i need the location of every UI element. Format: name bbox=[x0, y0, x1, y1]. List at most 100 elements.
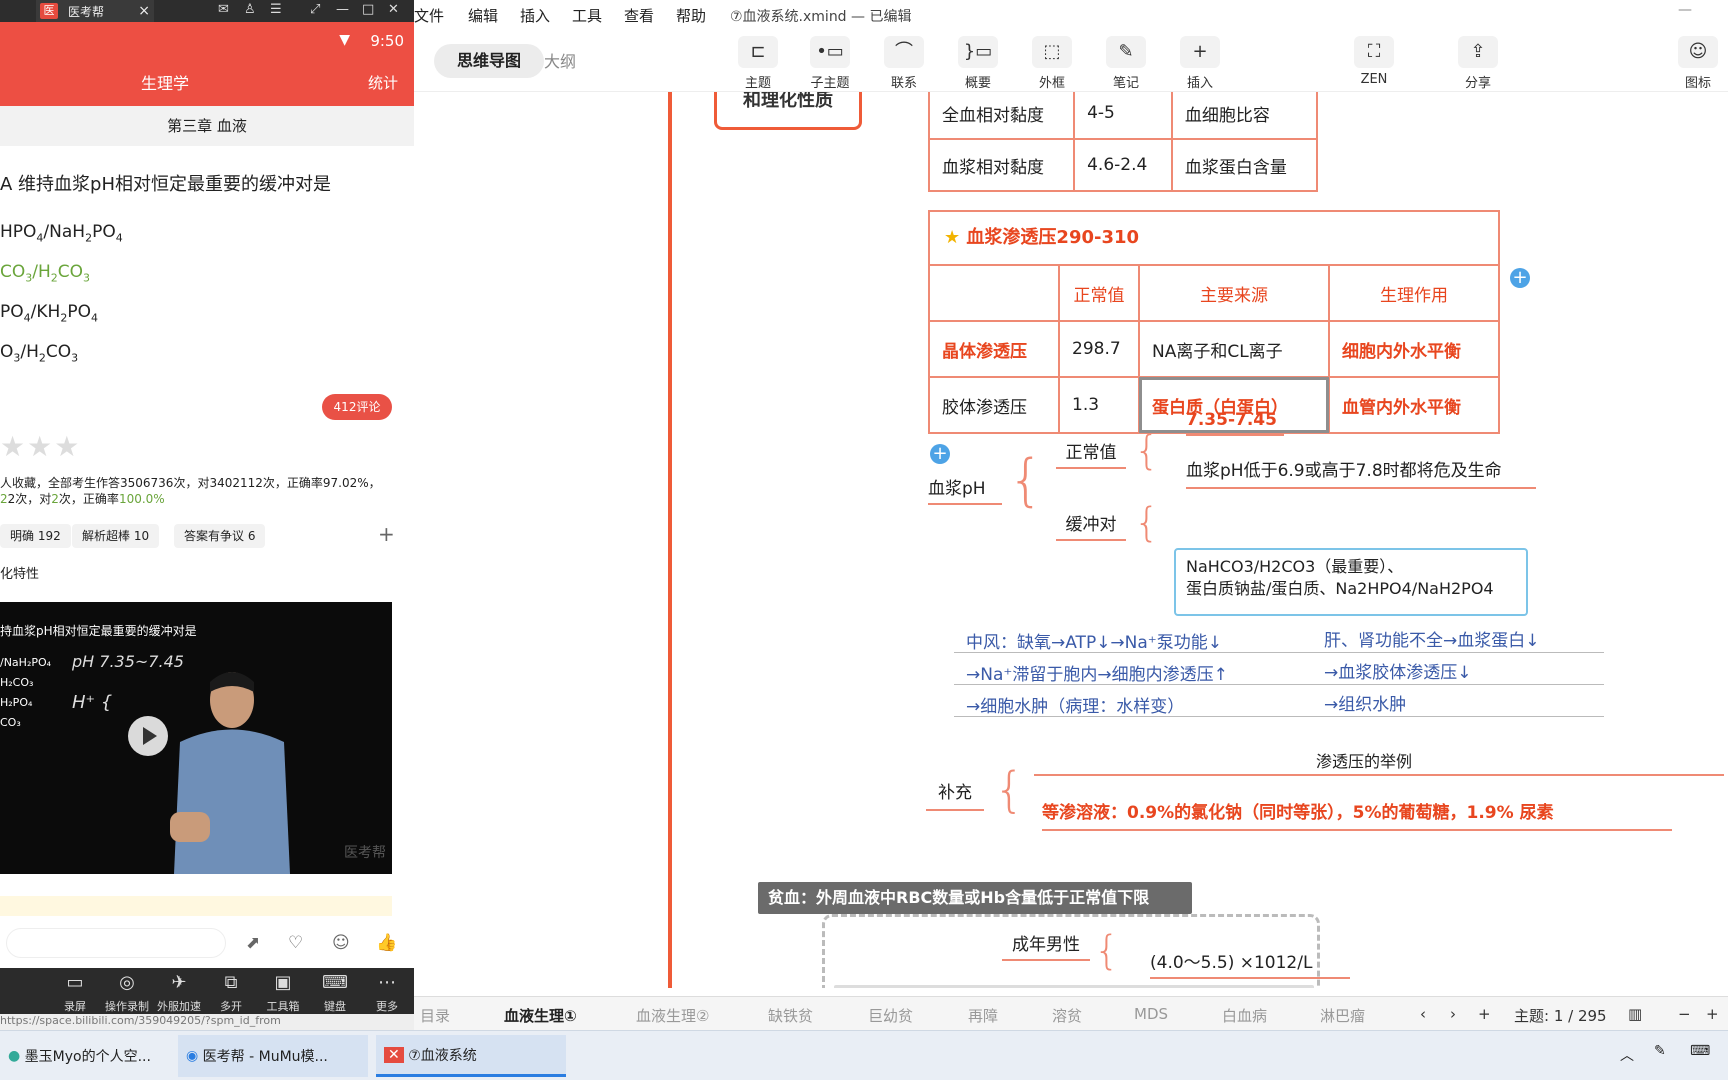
record-screen-button[interactable]: ▭ 录屏 bbox=[50, 972, 100, 1014]
menu-file[interactable]: 文件 bbox=[414, 5, 444, 26]
next-sheet-icon[interactable]: › bbox=[1450, 1005, 1456, 1023]
tag-chip[interactable]: 解析超棒 10 bbox=[72, 524, 160, 548]
sheet-tab[interactable]: 巨幼贫 bbox=[868, 1005, 913, 1026]
add-topic-icon[interactable]: + bbox=[930, 444, 950, 464]
close-icon[interactable]: ✕ bbox=[388, 2, 399, 17]
table-cell[interactable]: NA离子和CL离子 bbox=[1138, 320, 1330, 378]
osmotic-table[interactable]: 正常值 主要来源 生理作用 晶体渗透压 298.7 NA离子和CL离子 细胞内外水平衡 胶… bbox=[928, 264, 1500, 434]
book-icon[interactable]: ▥ bbox=[1628, 1005, 1642, 1023]
close-tab-icon[interactable]: × bbox=[138, 3, 150, 19]
zoom-out-icon[interactable]: − bbox=[1678, 1005, 1691, 1023]
keyboard-button[interactable]: ⌨ 键盘 bbox=[310, 972, 360, 1014]
menu-icon[interactable]: ☰ bbox=[270, 2, 282, 17]
adult-male-topic[interactable]: 成年男性 bbox=[1002, 930, 1090, 961]
sheet-tab-active[interactable]: 血液生理① bbox=[504, 1005, 577, 1026]
table-cell[interactable]: 4-5 bbox=[1073, 92, 1173, 140]
menu-help[interactable]: 帮助 bbox=[676, 5, 706, 26]
taskbar-item-active[interactable]: ✕ ⑦血液系统 bbox=[376, 1035, 566, 1077]
mail-icon[interactable]: ✉ bbox=[218, 2, 229, 17]
table-cell[interactable]: 血浆蛋白含量 bbox=[1170, 138, 1319, 192]
table-cell[interactable]: 1.3 bbox=[1058, 376, 1140, 434]
menu-view[interactable]: 查看 bbox=[624, 5, 654, 26]
topic-button[interactable]: ⊏ 主题 bbox=[728, 36, 788, 91]
add-tag-icon[interactable]: + bbox=[378, 522, 395, 546]
table-cell[interactable]: 血浆相对黏度 bbox=[927, 138, 1076, 192]
buffer-note-selected[interactable]: NaHCO3/H2CO3（最重要）、 蛋白质钠盐/蛋白质、Na2HPO4/NaH… bbox=[1174, 548, 1528, 616]
taskbar-item[interactable]: ◉ 医考帮 - MuMu模... bbox=[178, 1035, 368, 1077]
answer-option[interactable]: PO4/KH2PO4 bbox=[0, 302, 98, 324]
menu-edit[interactable]: 编辑 bbox=[468, 5, 498, 26]
answer-option[interactable]: O3/H2CO3 bbox=[0, 342, 78, 364]
subtopic-button[interactable]: •▭ 子主题 bbox=[800, 36, 860, 91]
isotonic-topic[interactable]: 等渗溶液：0.9%的氯化钠（同时等张），5%的葡萄糖，1.9% 尿素 bbox=[1042, 798, 1672, 831]
multi-instance-button[interactable]: ⧉ 多开 bbox=[206, 972, 256, 1014]
maximize-icon[interactable]: □ bbox=[362, 2, 374, 17]
normal-note[interactable]: 血浆pH低于6.9或高于7.8时都将危及生命 bbox=[1186, 456, 1536, 489]
rating-stars[interactable]: ★★★ bbox=[0, 430, 81, 463]
sheet-tab[interactable]: 淋巴瘤 bbox=[1320, 1005, 1365, 1026]
mindmap-canvas[interactable]: 和理化性质 全血相对黏度 4-5 血细胞比容 血浆相对黏度 4.6-2.4 血浆蛋白含量… bbox=[414, 92, 1728, 988]
tag-chip[interactable]: 答案有争议 6 bbox=[174, 524, 266, 548]
emulator-tab[interactable]: 医 医考帮 × bbox=[36, 0, 154, 22]
table-cell[interactable]: 全血相对黏度 bbox=[927, 92, 1076, 140]
table-cell[interactable]: 298.7 bbox=[1058, 320, 1140, 378]
video-player[interactable]: 持血浆pH相对恒定最重要的缓冲对是 /NaH₂PO₄ H₂CO₃ H₂PO₄ C… bbox=[0, 602, 392, 874]
topic-node[interactable]: 和理化性质 bbox=[714, 92, 862, 130]
keyboard-icon[interactable]: ⌨ bbox=[1690, 1043, 1710, 1059]
insert-button[interactable]: + 插入 bbox=[1170, 36, 1230, 91]
share-icon[interactable]: ⬈ bbox=[246, 933, 260, 953]
taskbar-item[interactable]: ● 墨玉Myo的个人空... bbox=[0, 1035, 174, 1077]
tab-mindmap[interactable]: 思维导图 bbox=[434, 44, 544, 78]
adult-male-value[interactable]: (4.0～5.5) ×1012/L bbox=[1150, 948, 1350, 979]
pen-icon[interactable]: ✎ bbox=[1654, 1043, 1666, 1059]
ph-topic[interactable]: 血浆pH bbox=[928, 474, 1002, 505]
accelerate-button[interactable]: ✈ 外服加速 bbox=[154, 972, 204, 1014]
viscosity-table[interactable]: 全血相对黏度 4-5 血细胞比容 血浆相对黏度 4.6-2.4 血浆蛋白含量 bbox=[927, 92, 1319, 192]
minimize-icon[interactable]: — bbox=[1678, 2, 1692, 18]
table-cell[interactable]: 4.6-2.4 bbox=[1073, 138, 1173, 192]
relationship-button[interactable]: ⌒ 联系 bbox=[874, 36, 934, 91]
play-icon[interactable] bbox=[128, 716, 168, 756]
add-sheet-icon[interactable]: + bbox=[1478, 1005, 1491, 1023]
sheet-tab[interactable]: 白血病 bbox=[1222, 1005, 1267, 1026]
menu-tools[interactable]: 工具 bbox=[572, 5, 602, 26]
macro-record-button[interactable]: ◎ 操作录制 bbox=[102, 972, 152, 1014]
prev-sheet-icon[interactable]: ‹ bbox=[1420, 1005, 1426, 1023]
toolbox-button[interactable]: ▣ 工具箱 bbox=[258, 972, 308, 1014]
sheet-tab[interactable]: 溶贫 bbox=[1052, 1005, 1082, 1026]
answer-option[interactable]: HPO4/NaH2PO4 bbox=[0, 222, 123, 244]
normal-value[interactable]: 7.35-7.45 bbox=[1186, 410, 1284, 436]
table-cell[interactable]: 血管内外水平衡 bbox=[1328, 376, 1500, 434]
more-button[interactable]: ⋯ 更多 bbox=[362, 972, 412, 1014]
sheet-tab[interactable]: MDS bbox=[1134, 1005, 1168, 1023]
knowledge-tag[interactable]: 化特性 bbox=[0, 563, 39, 582]
menu-insert[interactable]: 插入 bbox=[520, 5, 550, 26]
user-icon[interactable]: ♙ bbox=[244, 2, 256, 17]
sheet-tab[interactable]: 缺铁贫 bbox=[768, 1005, 813, 1026]
sheet-tab[interactable]: 目录 bbox=[420, 1005, 450, 1026]
summary-button[interactable]: }▭ 概要 bbox=[948, 36, 1008, 91]
add-topic-icon[interactable]: + bbox=[1510, 268, 1530, 288]
emoji-icon[interactable]: ☺ bbox=[332, 933, 350, 953]
sheet-tab[interactable]: 血液生理② bbox=[636, 1005, 709, 1026]
comment-input[interactable] bbox=[6, 928, 226, 958]
boundary-button[interactable]: ⬚ 外框 bbox=[1022, 36, 1082, 91]
osmotic-title[interactable]: ★ 血浆渗透压290-310 bbox=[930, 212, 1498, 266]
zen-button[interactable]: ⛶ ZEN bbox=[1344, 36, 1404, 87]
zoom-in-icon[interactable]: + bbox=[1706, 1005, 1719, 1023]
fullscreen-icon[interactable]: ⤢ bbox=[310, 2, 320, 17]
sheet-tab[interactable]: 再障 bbox=[968, 1005, 998, 1026]
normal-topic[interactable]: 正常值 bbox=[1056, 438, 1126, 469]
handwritten-note-image[interactable]: 中风：缺氧→ATP↓→Na⁺泵功能↓ 肝、肾功能不全→血浆蛋白↓ →Na⁺滞留于… bbox=[954, 622, 1604, 734]
tab-outline[interactable]: 大纲 bbox=[544, 48, 576, 72]
osmotic-pressure-topic[interactable]: ★ 血浆渗透压290-310 正常值 主要来源 生理作用 晶体渗透压 298.7 NA离… bbox=[928, 210, 1500, 434]
anemia-topic[interactable]: 贫血：外周血液中RBC数量或Hb含量低于正常值下限 bbox=[758, 882, 1192, 914]
minimize-icon[interactable]: — bbox=[336, 2, 349, 17]
tag-chip[interactable]: 明确 192 bbox=[0, 524, 71, 548]
table-cell[interactable]: 细胞内外水平衡 bbox=[1328, 320, 1500, 378]
comments-button[interactable]: 412评论 bbox=[322, 394, 392, 420]
table-cell[interactable]: 晶体渗透压 bbox=[928, 320, 1060, 378]
notes-button[interactable]: ✎ 笔记 bbox=[1096, 36, 1156, 91]
like-icon[interactable]: 👍 bbox=[376, 933, 397, 953]
horizontal-scrollbar[interactable] bbox=[834, 985, 1314, 988]
